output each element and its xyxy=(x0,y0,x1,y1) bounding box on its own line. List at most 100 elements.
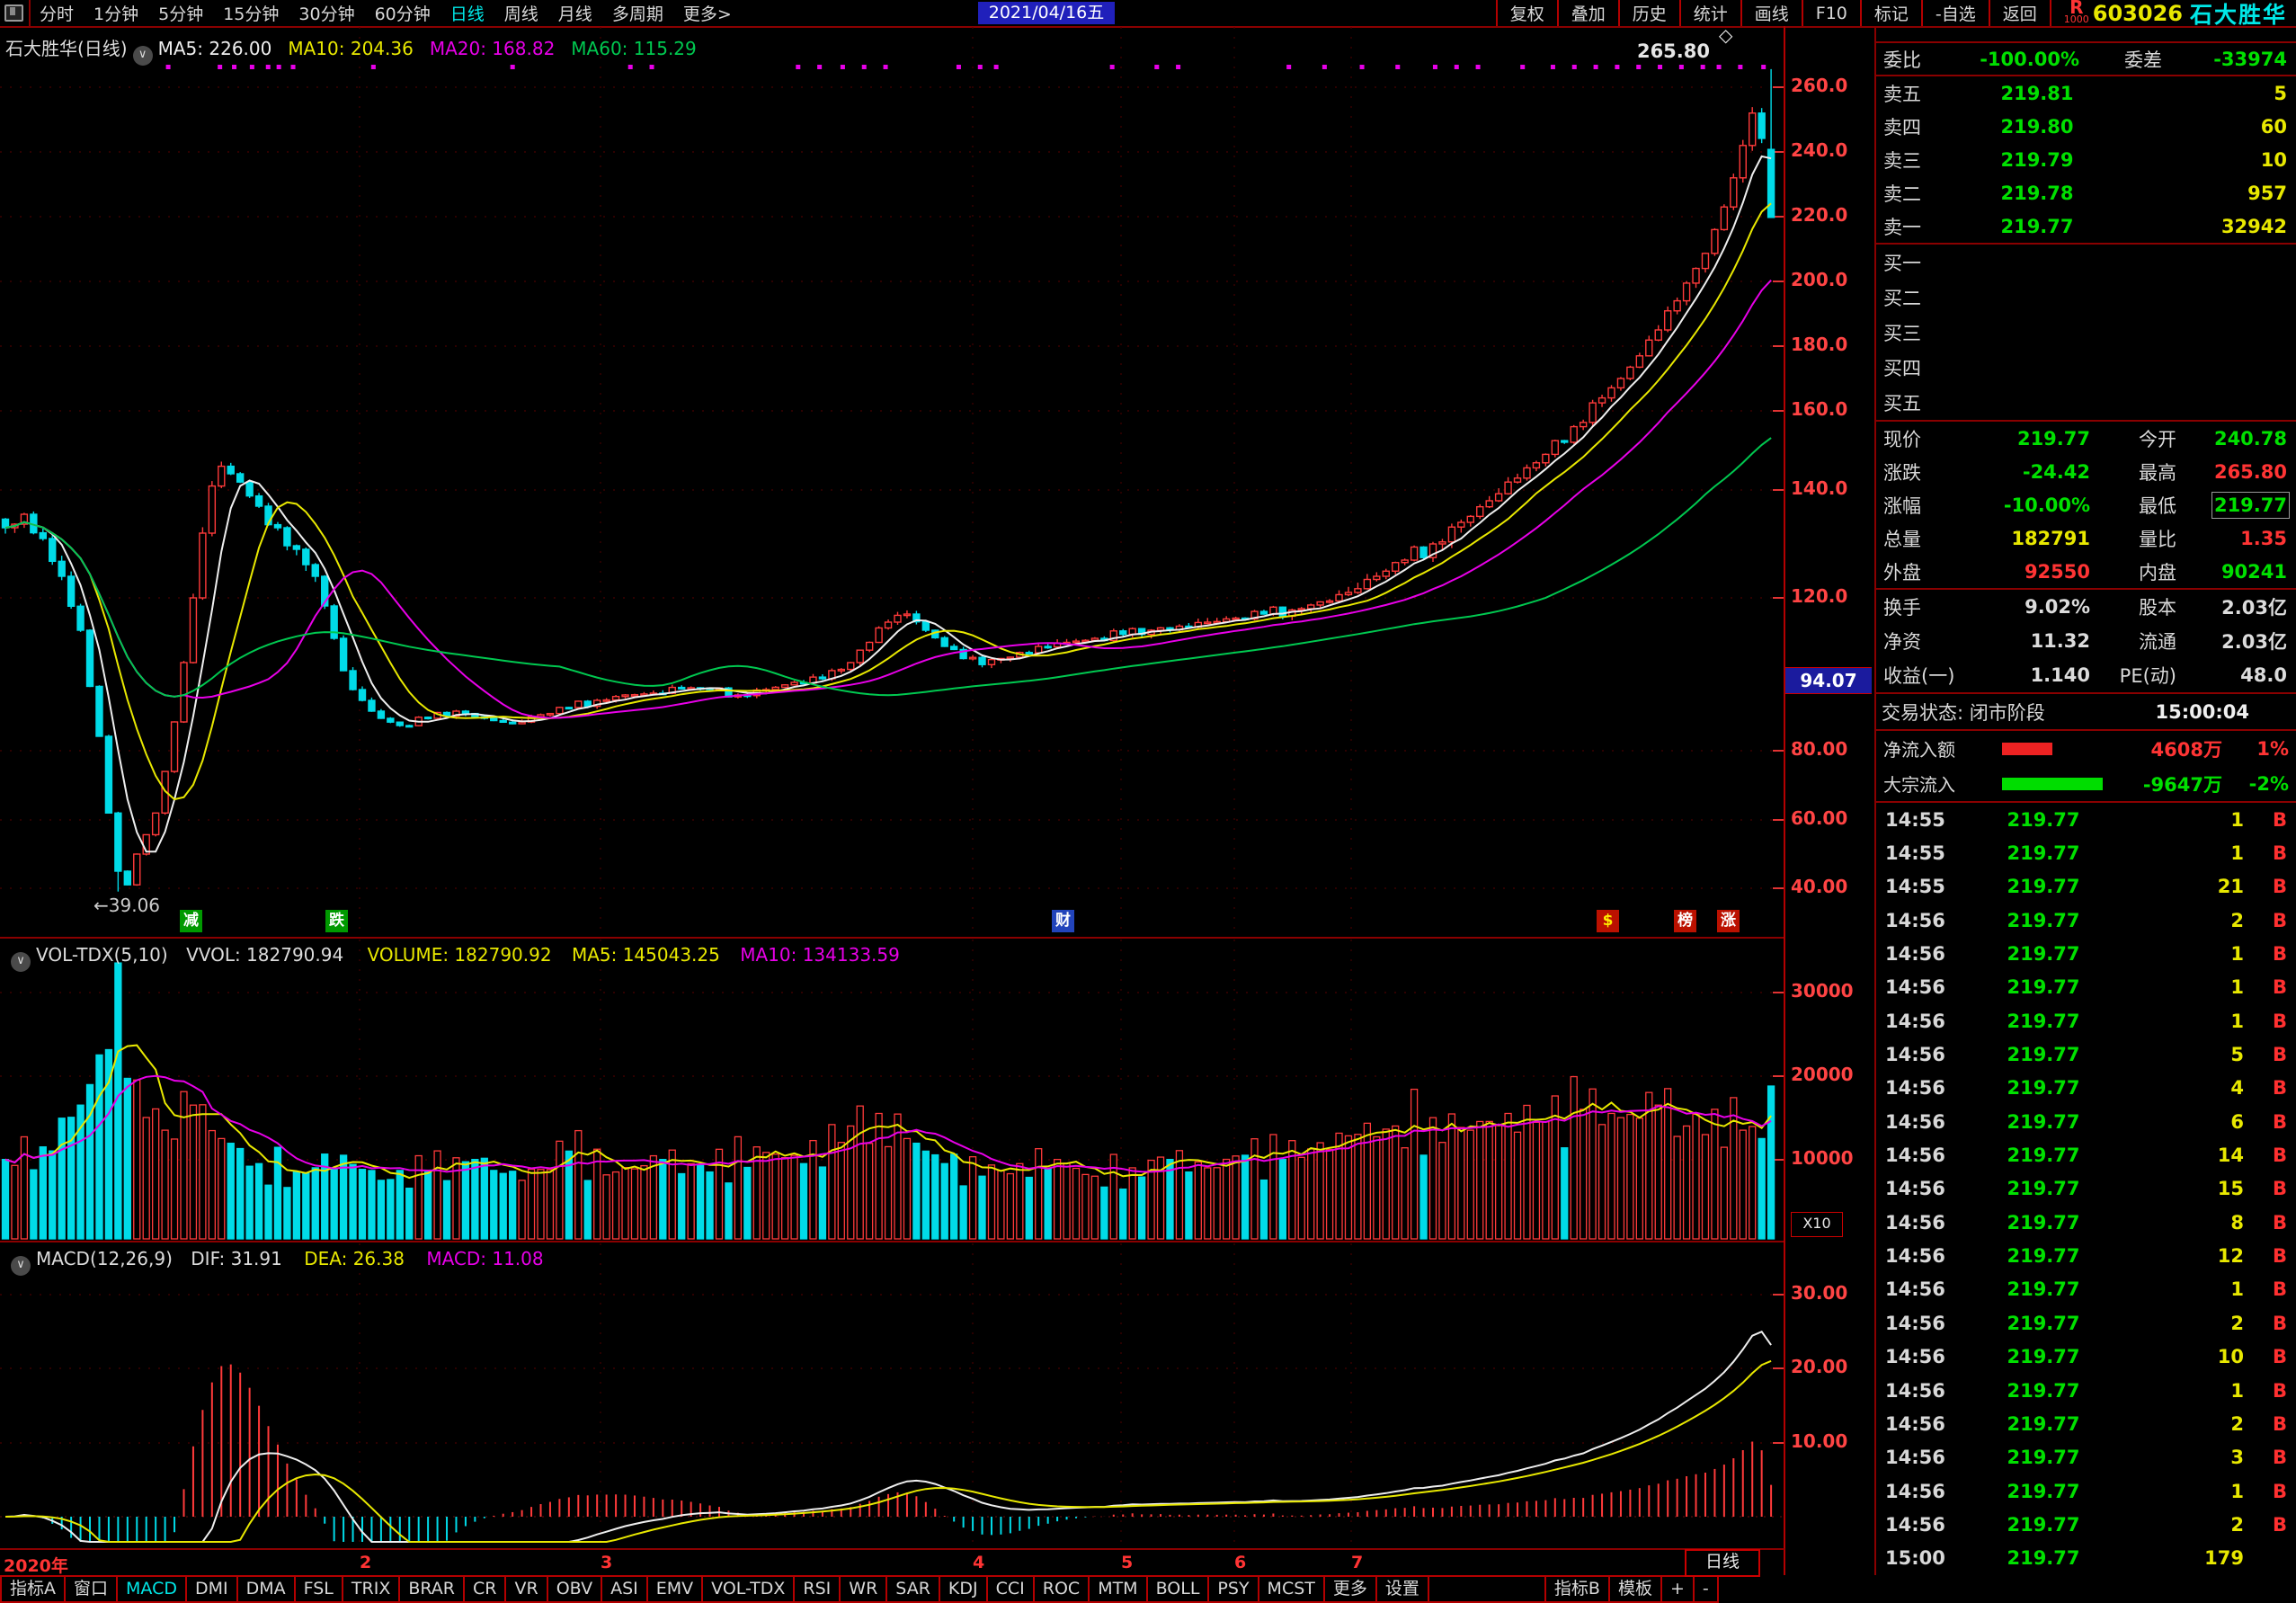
tool-button-标记[interactable]: 标记 xyxy=(1860,0,1921,26)
indicator-button-ROC[interactable]: ROC xyxy=(1033,1575,1090,1603)
time-sales-list[interactable]: 14:55219.771B14:55219.771B14:55219.7721B… xyxy=(1876,803,2296,1575)
period-indicator: 日线 xyxy=(1685,1549,1760,1577)
period-tab-分时[interactable]: 分时 xyxy=(40,1,74,25)
collapse-icon[interactable]: ∨ xyxy=(11,952,31,972)
quote-value: 9.02% xyxy=(1962,596,2090,618)
indicator-button-FSL[interactable]: FSL xyxy=(294,1575,343,1603)
price-tick-label: 220.0 xyxy=(1791,204,1870,226)
volume-chart[interactable] xyxy=(0,940,1784,1241)
ask-row: 卖五219.815 xyxy=(1876,76,2296,110)
tick-direction: B xyxy=(2244,1144,2296,1166)
quote-label: 换手 xyxy=(1876,593,1962,620)
indicator-button-指标A[interactable]: 指标A xyxy=(0,1575,66,1603)
tool-button-统计[interactable]: 统计 xyxy=(1679,0,1740,26)
flow-percent: -2% xyxy=(2222,773,2296,795)
period-tab-更多>[interactable]: 更多> xyxy=(683,1,732,25)
tick-row: 14:55219.7721B xyxy=(1876,870,2296,904)
tick-time: 14:56 xyxy=(1876,1380,1968,1402)
period-tab-5分钟[interactable]: 5分钟 xyxy=(158,1,203,25)
period-tab-1分钟[interactable]: 1分钟 xyxy=(93,1,138,25)
bid-label: 买一 xyxy=(1876,249,1966,276)
indicator-button-BRAR[interactable]: BRAR xyxy=(398,1575,465,1603)
period-tab-日线[interactable]: 日线 xyxy=(450,1,485,25)
tick-volume: 2 xyxy=(2119,910,2244,931)
indicator-button-MACD[interactable]: MACD xyxy=(116,1575,187,1603)
tick-volume: 10 xyxy=(2119,1346,2244,1367)
event-badge-$: $ xyxy=(1597,910,1619,932)
tool-button-F10[interactable]: F10 xyxy=(1802,0,1860,26)
quote-value: 219.77 xyxy=(1962,428,2090,450)
quote-value: 182791 xyxy=(1962,528,2090,549)
indicator-button-OBV[interactable]: OBV xyxy=(547,1575,602,1603)
ask-volume: 957 xyxy=(2108,183,2296,204)
indicator-button-ASI[interactable]: ASI xyxy=(601,1575,648,1603)
indicator-button-PSY[interactable]: PSY xyxy=(1207,1575,1259,1603)
indicator-button-MTM[interactable]: MTM xyxy=(1088,1575,1147,1603)
indicator-button-指标B[interactable]: 指标B xyxy=(1544,1575,1610,1603)
indicator-button-BOLL[interactable]: BOLL xyxy=(1146,1575,1210,1603)
period-tab-多周期[interactable]: 多周期 xyxy=(612,1,663,25)
tool-button--自选[interactable]: -自选 xyxy=(1921,0,1989,26)
indicator-button-RSI[interactable]: RSI xyxy=(793,1575,841,1603)
weicha-value: -33974 xyxy=(2162,49,2296,70)
event-badge-减: 减 xyxy=(180,910,202,932)
indicator-button-DMA[interactable]: DMA xyxy=(236,1575,296,1603)
indicator-button--[interactable]: - xyxy=(1693,1575,1719,1603)
price-marker: 94.07 xyxy=(1785,667,1872,694)
indicator-button-TRIX[interactable]: TRIX xyxy=(342,1575,400,1603)
tool-button-叠加[interactable]: 叠加 xyxy=(1557,0,1618,26)
window-icon[interactable] xyxy=(4,4,23,22)
toolbar-spacer xyxy=(1428,1575,1546,1603)
price-tick-label: 260.0 xyxy=(1791,75,1870,96)
indicator-button-EMV[interactable]: EMV xyxy=(646,1575,703,1603)
tick-row: 14:56219.778B xyxy=(1876,1206,2296,1239)
flow-label: 大宗流入 xyxy=(1876,770,1998,797)
tick-direction: B xyxy=(2244,1346,2296,1367)
tick-direction: B xyxy=(2244,1245,2296,1267)
indicator-button-更多[interactable]: 更多 xyxy=(1323,1575,1377,1603)
bid-row: 买二 xyxy=(1876,280,2296,315)
collapse-icon[interactable]: ∨ xyxy=(11,1256,31,1276)
ma5-value: MA5: 226.00 xyxy=(158,38,272,59)
indicator-button-CCI[interactable]: CCI xyxy=(986,1575,1035,1603)
quote-label: 净资 xyxy=(1876,628,1962,655)
flow-value: -9647万 xyxy=(2103,770,2222,797)
status-label: 交易状态: xyxy=(1882,702,1970,724)
tool-button-返回[interactable]: 返回 xyxy=(1989,0,2051,26)
tool-button-画线[interactable]: 画线 xyxy=(1740,0,1802,26)
period-tab-周线[interactable]: 周线 xyxy=(504,1,538,25)
indicator-button-+[interactable]: + xyxy=(1660,1575,1695,1603)
tick-volume: 1 xyxy=(2119,976,2244,998)
kline-chart[interactable]: 265.80◇←39.06 xyxy=(0,27,1784,937)
tool-button-复权[interactable]: 复权 xyxy=(1496,0,1557,26)
collapse-icon[interactable]: ∨ xyxy=(133,46,153,66)
indicator-button-WR[interactable]: WR xyxy=(839,1575,887,1603)
tick-volume: 1 xyxy=(2119,1481,2244,1502)
period-tab-60分钟[interactable]: 60分钟 xyxy=(375,1,431,25)
indicator-button-模板[interactable]: 模板 xyxy=(1608,1575,1662,1603)
tick-price: 219.77 xyxy=(1968,943,2119,965)
tick-time: 14:56 xyxy=(1876,1044,1968,1065)
indicator-button-CR[interactable]: CR xyxy=(463,1575,506,1603)
tool-button-历史[interactable]: 历史 xyxy=(1618,0,1679,26)
period-tab-月线[interactable]: 月线 xyxy=(558,1,592,25)
indicator-button-MCST[interactable]: MCST xyxy=(1258,1575,1325,1603)
indicator-button-DMI[interactable]: DMI xyxy=(185,1575,238,1603)
ask-volume: 5 xyxy=(2108,83,2296,104)
volume-tick-label: 10000 xyxy=(1791,1147,1870,1169)
indicator-button-KDJ[interactable]: KDJ xyxy=(939,1575,988,1603)
indicator-button-设置[interactable]: 设置 xyxy=(1375,1575,1429,1603)
quote-label: 收益(一) xyxy=(1876,662,1962,689)
indicator-button-VOL-TDX[interactable]: VOL-TDX xyxy=(701,1575,795,1603)
tick-price: 219.77 xyxy=(1968,1111,2119,1133)
period-tab-15分钟[interactable]: 15分钟 xyxy=(223,1,279,25)
panel-divider xyxy=(0,1241,1784,1242)
tick-price: 219.77 xyxy=(1968,1278,2119,1300)
indicator-button-VR[interactable]: VR xyxy=(504,1575,547,1603)
period-tab-30分钟[interactable]: 30分钟 xyxy=(298,1,354,25)
macd-chart[interactable] xyxy=(0,1243,1784,1548)
indicator-button-SAR[interactable]: SAR xyxy=(885,1575,940,1603)
indicator-button-窗口[interactable]: 窗口 xyxy=(64,1575,118,1603)
tick-direction: B xyxy=(2244,1278,2296,1300)
tick-direction: B xyxy=(2244,1011,2296,1032)
